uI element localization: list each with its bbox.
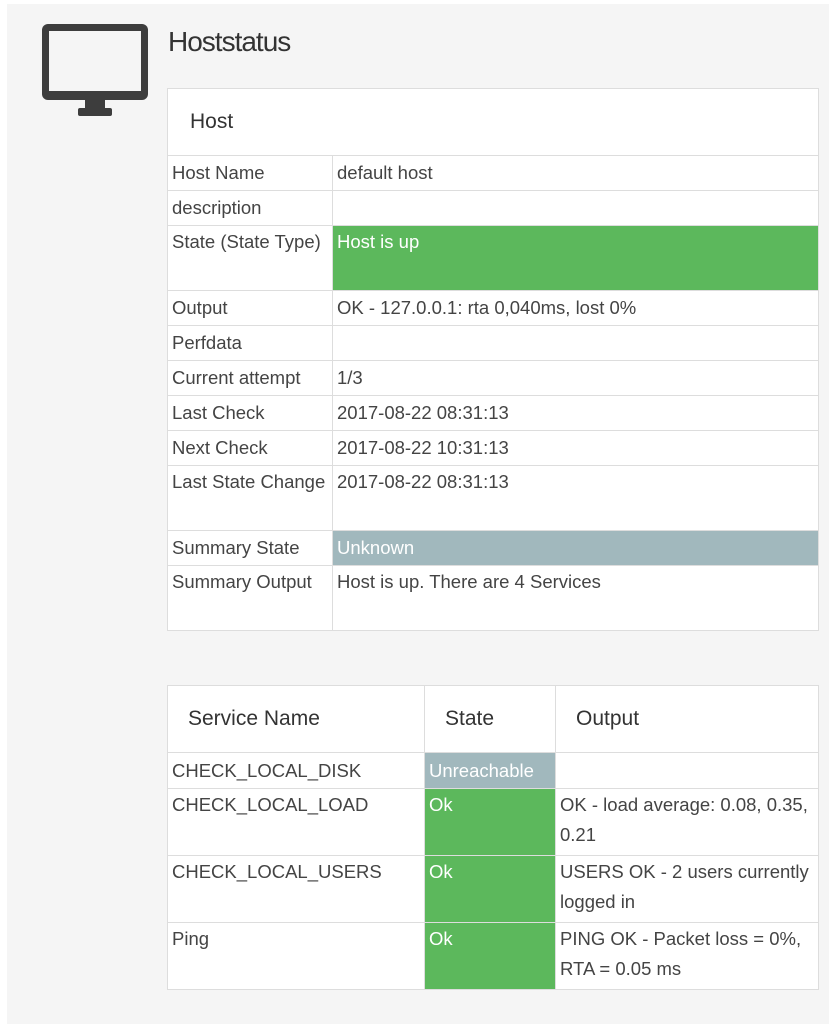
- summary-output-value: Host is up. There are 4 Services: [332, 565, 819, 631]
- service-output: USERS OK - 2 users currently logged in: [555, 855, 819, 923]
- last-state-change-value: 2017-08-22 08:31:13: [332, 465, 819, 531]
- state-label: State (State Type): [167, 225, 333, 291]
- table-row: CHECK_LOCAL_USERS Ok USERS OK - 2 users …: [167, 855, 819, 923]
- state-value-badge: Host is up: [332, 225, 819, 291]
- host-details-table: Host Host Name default host description …: [167, 88, 819, 631]
- host-name-value: default host: [332, 155, 819, 191]
- output-value: OK - 127.0.0.1: rta 0,040ms, lost 0%: [332, 290, 819, 326]
- service-state-badge: Ok: [424, 855, 556, 923]
- table-row: description: [167, 190, 819, 226]
- table-row: Host Name default host: [167, 155, 819, 191]
- table-row: Summary Output Host is up. There are 4 S…: [167, 565, 819, 631]
- service-output: [555, 752, 819, 789]
- last-check-label: Last Check: [167, 395, 333, 431]
- service-state-badge: Ok: [424, 922, 556, 990]
- service-state-badge: Ok: [424, 788, 556, 856]
- table-row: Summary State Unknown: [167, 530, 819, 566]
- table-row: State (State Type) Host is up: [167, 225, 819, 291]
- service-name-link[interactable]: CHECK_LOCAL_USERS: [167, 855, 425, 923]
- table-row: Next Check 2017-08-22 10:31:13: [167, 430, 819, 466]
- column-header-state[interactable]: State: [424, 685, 556, 753]
- description-value: [332, 190, 819, 226]
- summary-state-badge: Unknown: [332, 530, 819, 566]
- table-row: Perfdata: [167, 325, 819, 361]
- table-row: CHECK_LOCAL_LOAD Ok OK - load average: 0…: [167, 788, 819, 856]
- table-row: CHECK_LOCAL_DISK Unreachable: [167, 752, 819, 789]
- host-table-header: Host: [167, 88, 819, 156]
- service-name-link[interactable]: CHECK_LOCAL_DISK: [167, 752, 425, 789]
- output-label: Output: [167, 290, 333, 326]
- table-row: Last Check 2017-08-22 08:31:13: [167, 395, 819, 431]
- perfdata-label: Perfdata: [167, 325, 333, 361]
- table-row: Output OK - 127.0.0.1: rta 0,040ms, lost…: [167, 290, 819, 326]
- summary-state-label: Summary State: [167, 530, 333, 566]
- current-attempt-label: Current attempt: [167, 360, 333, 396]
- table-row: Current attempt 1/3: [167, 360, 819, 396]
- column-header-output[interactable]: Output: [555, 685, 819, 753]
- summary-output-label: Summary Output: [167, 565, 333, 631]
- service-name-link[interactable]: CHECK_LOCAL_LOAD: [167, 788, 425, 856]
- service-output: OK - load average: 0.08, 0.35, 0.21: [555, 788, 819, 856]
- last-check-value: 2017-08-22 08:31:13: [332, 395, 819, 431]
- last-state-change-label: Last State Change: [167, 465, 333, 531]
- service-name-link[interactable]: Ping: [167, 922, 425, 990]
- table-row: Last State Change 2017-08-22 08:31:13: [167, 465, 819, 531]
- perfdata-value: [332, 325, 819, 361]
- host-name-label: Host Name: [167, 155, 333, 191]
- next-check-label: Next Check: [167, 430, 333, 466]
- current-attempt-value: 1/3: [332, 360, 819, 396]
- page-title: Hoststatus: [168, 26, 291, 57]
- table-row: Ping Ok PING OK - Packet loss = 0%, RTA …: [167, 922, 819, 990]
- services-table: Service Name State Output CHECK_LOCAL_DI…: [167, 685, 819, 990]
- description-label: description: [167, 190, 333, 226]
- next-check-value: 2017-08-22 10:31:13: [332, 430, 819, 466]
- service-output: PING OK - Packet loss = 0%, RTA = 0.05 m…: [555, 922, 819, 990]
- monitor-icon: [42, 24, 148, 116]
- column-header-service-name[interactable]: Service Name: [167, 685, 425, 753]
- service-state-badge: Unreachable: [424, 752, 556, 789]
